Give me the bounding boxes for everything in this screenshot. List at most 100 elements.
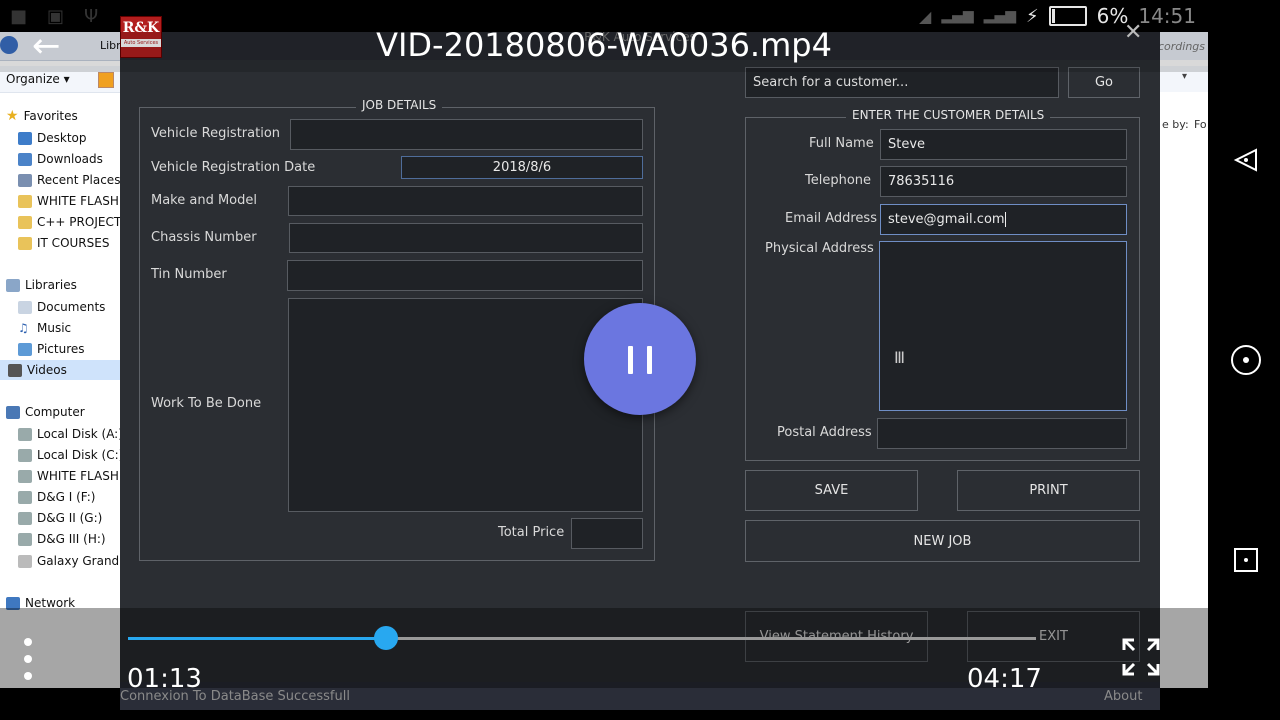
- about-link[interactable]: About: [1104, 689, 1142, 704]
- android-nav-bar: [1208, 0, 1280, 720]
- nav-item-videos[interactable]: Videos: [0, 360, 120, 380]
- nav-item-drive-g[interactable]: D&G II (G:): [18, 508, 102, 528]
- full-name-input[interactable]: Steve: [880, 129, 1127, 160]
- pause-icon: [628, 346, 633, 374]
- work-to-be-done-textarea[interactable]: [288, 298, 643, 512]
- vehicle-registration-input[interactable]: [290, 119, 643, 150]
- organize-menu[interactable]: Organize ▾: [6, 72, 70, 86]
- nav-item-recent-places[interactable]: Recent Places: [18, 170, 120, 190]
- drive-icon: [18, 532, 32, 546]
- silent-mode-icon: ◢: [919, 6, 932, 26]
- tin-number-input[interactable]: [287, 260, 643, 291]
- nav-item-pictures[interactable]: Pictures: [18, 339, 85, 359]
- total-time: 04:17: [967, 664, 1042, 694]
- search-placeholder: Search for a customer...: [753, 75, 909, 90]
- downloads-icon: [18, 152, 32, 166]
- nav-item-label: D&G II (G:): [37, 511, 103, 525]
- nav-libraries[interactable]: Libraries: [6, 275, 77, 295]
- physical-address-textarea[interactable]: [879, 241, 1127, 411]
- chassis-number-input[interactable]: [289, 223, 643, 253]
- fullscreen-icon[interactable]: [1122, 638, 1160, 676]
- tin-number-label: Tin Number: [151, 267, 227, 282]
- nav-item-label: Music: [37, 321, 72, 335]
- nav-item-cpp-projects[interactable]: C++ PROJECTS: [18, 212, 129, 232]
- nav-item-drive-h[interactable]: D&G III (H:): [18, 529, 106, 549]
- nav-computer[interactable]: Computer: [6, 402, 85, 422]
- shield-notification-icon: ■: [10, 6, 28, 27]
- customer-details-title: ENTER THE CUSTOMER DETAILS: [846, 108, 1051, 122]
- recent-places-icon: [18, 173, 32, 187]
- total-price-label: Total Price: [498, 525, 565, 540]
- work-to-be-done-label: Work To Be Done: [151, 396, 262, 411]
- email-address-value: steve@gmail.com: [888, 212, 1005, 227]
- more-options-icon[interactable]: [22, 638, 34, 684]
- notification-icons: ■ ▣ Ψ: [10, 6, 98, 27]
- nav-favorites[interactable]: ★ Favorites: [6, 106, 78, 126]
- pause-icon-bar: [647, 346, 652, 374]
- nav-item-music[interactable]: ♫ Music: [18, 318, 71, 338]
- job-details-title: JOB DETAILS: [356, 98, 443, 112]
- new-job-button[interactable]: NEW JOB: [745, 520, 1140, 562]
- vehicle-registration-label: Vehicle Registration: [151, 126, 281, 141]
- nav-item-drive-c[interactable]: Local Disk (C:): [18, 445, 123, 465]
- nav-item-label: Galaxy Grand P: [37, 554, 131, 568]
- pause-button[interactable]: [584, 303, 696, 415]
- nav-item-drive-a[interactable]: Local Disk (A:): [18, 424, 123, 444]
- progress-fill: [128, 637, 386, 640]
- nav-item-documents[interactable]: Documents: [18, 297, 105, 317]
- print-button[interactable]: PRINT: [957, 470, 1140, 511]
- drive-icon: [18, 511, 32, 525]
- videos-icon: [8, 363, 22, 377]
- nav-item-label: Recent Places: [37, 173, 121, 187]
- signal-1-icon: ▂▄▆: [941, 8, 974, 24]
- nav-back-icon[interactable]: [1232, 146, 1260, 174]
- nav-item-it-courses[interactable]: IT COURSES: [18, 233, 109, 253]
- video-title: VID-20180806-WA0036.mp4: [376, 26, 832, 64]
- telephone-input[interactable]: 78635116: [880, 166, 1127, 197]
- nav-item-label: C++ PROJECTS: [37, 215, 129, 229]
- drive-icon: [18, 469, 32, 483]
- close-icon[interactable]: ✕: [1124, 20, 1142, 45]
- nav-item-label: Pictures: [37, 342, 85, 356]
- nav-home-icon[interactable]: [1230, 344, 1262, 376]
- battery-icon: [1048, 6, 1087, 26]
- registration-date-picker[interactable]: 2018/8/6: [401, 156, 643, 179]
- usb-notification-icon: Ψ: [84, 6, 99, 27]
- nav-item-drive-f[interactable]: D&G I (F:): [18, 487, 95, 507]
- nav-item-white-flash[interactable]: WHITE FLASH (: [18, 191, 127, 211]
- nav-item-label: D&G III (H:): [37, 532, 106, 546]
- nav-computer-label: Computer: [25, 405, 85, 419]
- current-time: 01:13: [127, 664, 202, 694]
- explorer-right-pane: cordings ▾ e by: Fo: [1160, 32, 1208, 688]
- nav-item-white-flash-drive[interactable]: WHITE FLASH (: [18, 466, 127, 486]
- documents-icon: [18, 300, 32, 314]
- libraries-icon: [6, 278, 20, 292]
- postal-address-input[interactable]: [877, 418, 1127, 449]
- telephone-label: Telephone: [805, 173, 872, 188]
- nav-item-label: D&G I (F:): [37, 490, 96, 504]
- view-options-chevron-icon[interactable]: ▾: [1182, 71, 1187, 82]
- nav-recents-icon[interactable]: [1232, 546, 1260, 574]
- nav-item-downloads[interactable]: Downloads: [18, 149, 103, 169]
- nav-item-label: WHITE FLASH (: [37, 469, 128, 483]
- nav-item-label: Downloads: [37, 152, 103, 166]
- sort-by-value[interactable]: Fo: [1194, 118, 1207, 131]
- signal-2-icon: ▂▄▆: [983, 8, 1016, 24]
- nav-item-galaxy-grand[interactable]: Galaxy Grand P: [18, 551, 130, 571]
- email-address-input[interactable]: steve@gmail.com: [880, 204, 1127, 235]
- preview-icon[interactable]: [98, 72, 114, 88]
- drive-icon: [18, 427, 32, 441]
- nav-item-label: Desktop: [37, 131, 87, 145]
- nav-favorites-label: Favorites: [23, 109, 78, 123]
- folder-icon: [18, 236, 32, 250]
- nav-item-label: WHITE FLASH (: [37, 194, 128, 208]
- phone-icon: [18, 554, 32, 568]
- nav-item-label: Videos: [27, 363, 67, 377]
- progress-knob[interactable]: [374, 626, 398, 650]
- physical-address-label: Physical Address: [765, 241, 874, 256]
- nav-item-label: Local Disk (A:): [37, 427, 123, 441]
- nav-item-desktop[interactable]: Desktop: [18, 128, 87, 148]
- save-button[interactable]: SAVE: [745, 470, 918, 511]
- total-price-input[interactable]: [571, 518, 643, 549]
- make-model-input[interactable]: [288, 186, 643, 216]
